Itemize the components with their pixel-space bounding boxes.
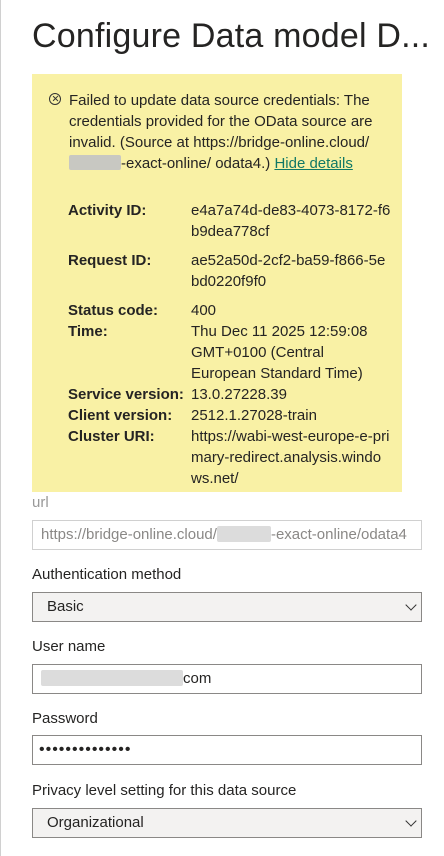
detail-label: Service version: <box>68 386 184 403</box>
detail-value: 400 <box>191 302 217 319</box>
detail-label: Time: <box>68 323 108 340</box>
error-message: Failed to update data source credentials… <box>69 90 385 174</box>
detail-row-time: Time: Thu Dec 11 2025 12:59:08 GMT+0100 … <box>68 321 394 384</box>
detail-row-cluster-uri: Cluster URI: https://wabi-west-europe-e-… <box>68 426 394 489</box>
redacted-text <box>41 670 183 686</box>
detail-value: e4a7a74d-de83-4073-8172-f6b9dea778cf <box>191 202 391 240</box>
privacy-level-select[interactable]: Organizational <box>32 808 422 838</box>
chevron-down-icon <box>405 599 417 611</box>
auth-method-label: Authentication method <box>32 566 182 583</box>
detail-value: Thu Dec 11 2025 12:59:08 GMT+0100 (Centr… <box>191 323 368 382</box>
detail-row-status-code: Status code: 400 <box>68 300 394 321</box>
left-border <box>0 0 1 856</box>
detail-label: Cluster URI: <box>68 428 155 445</box>
hide-details-link[interactable]: Hide details <box>274 155 352 172</box>
chevron-down-icon <box>405 815 417 827</box>
error-details: Activity ID: e4a7a74d-de83-4073-8172-f6b… <box>68 200 394 489</box>
detail-row-client-version: Client version: 2512.1.27028-train <box>68 405 394 426</box>
detail-value: https://wabi-west-europe-e-primary-redir… <box>191 428 390 487</box>
detail-value: ae52a50d-2cf2-ba59-f866-5ebd0220f9f0 <box>191 252 386 290</box>
redacted-text <box>216 526 271 542</box>
privacy-level-value: Organizational <box>47 814 144 831</box>
username-suffix: com <box>183 670 212 687</box>
password-input[interactable]: •••••••••••••• <box>32 735 422 765</box>
detail-row-activity-id: Activity ID: e4a7a74d-de83-4073-8172-f6b… <box>68 200 394 242</box>
url-prefix: https://bridge-online.cloud/ <box>41 526 217 543</box>
detail-label: Request ID: <box>68 252 152 269</box>
url-label: url <box>32 494 49 511</box>
privacy-level-label: Privacy level setting for this data sour… <box>32 782 297 799</box>
password-label: Password <box>32 710 98 727</box>
detail-value: 2512.1.27028-train <box>191 407 317 424</box>
username-input[interactable]: com <box>32 664 422 694</box>
dialog-title: Configure Data model D... <box>32 17 431 55</box>
username-label: User name <box>32 638 106 655</box>
error-message-text-1: Failed to update data source credentials… <box>69 92 373 151</box>
detail-value: 13.0.27228.39 <box>191 386 287 403</box>
url-suffix: -exact-online/odata4 <box>270 526 407 543</box>
detail-row-request-id: Request ID: ae52a50d-2cf2-ba59-f866-5ebd… <box>68 250 394 292</box>
auth-method-select[interactable]: Basic <box>32 592 422 622</box>
error-banner: Failed to update data source credentials… <box>32 74 402 492</box>
detail-label: Status code: <box>68 302 159 319</box>
redacted-text <box>69 155 121 170</box>
url-field: https://bridge-online.cloud/ -exact-onlin… <box>32 520 422 550</box>
detail-row-service-version: Service version: 13.0.27228.39 <box>68 384 394 405</box>
detail-label: Activity ID: <box>68 202 147 219</box>
error-message-text-2: -exact-online/ odata4.) <box>121 155 271 172</box>
detail-label: Client version: <box>68 407 173 424</box>
auth-method-value: Basic <box>47 598 84 615</box>
error-circle-x-icon <box>49 93 61 105</box>
